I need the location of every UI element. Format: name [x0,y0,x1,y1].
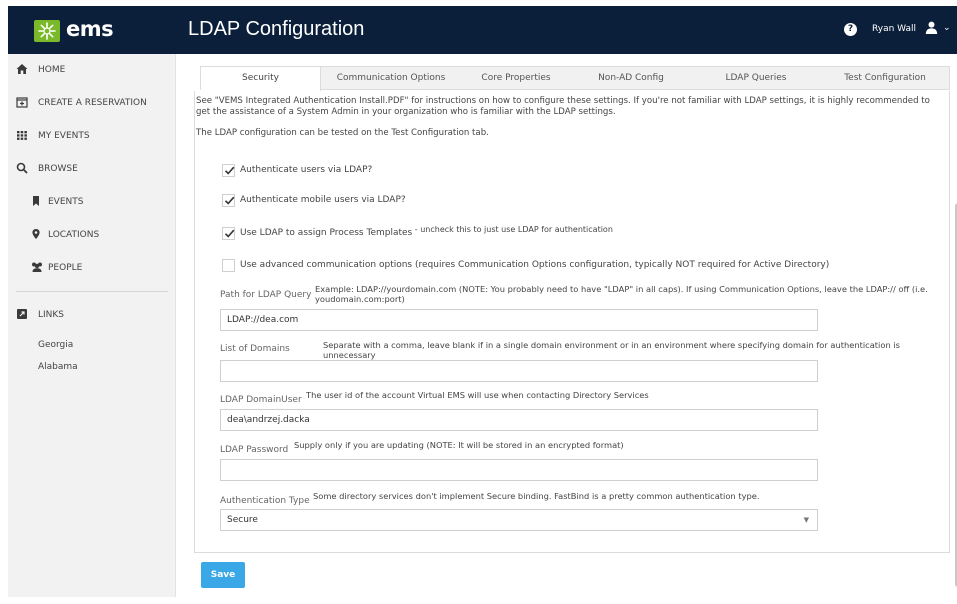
checkbox-label: Authenticate mobile users via LDAP? [240,195,406,205]
sidebar-item-browse[interactable]: BROWSE [8,160,176,180]
sidebar-item-events[interactable]: EVENTS [8,193,176,213]
page-title: LDAP Configuration [188,18,365,40]
tab-bar: Security Communication Options Core Prop… [200,66,950,91]
calendar-plus-icon [16,96,30,110]
process-templates-checkbox[interactable] [222,227,235,240]
advanced-communication-checkbox[interactable] [222,259,235,272]
auth-type-value: Secure [227,515,258,525]
tab-security[interactable]: Security [201,67,321,91]
sidebar-item-create-reservation[interactable]: CREATE A RESERVATION [8,94,176,114]
ldap-path-help: Example: LDAP://yourdomain.com (NOTE: Yo… [315,284,928,304]
user-name[interactable]: Ryan Wall [872,24,916,34]
sidebar: HOME CREATE A RESERVATION MY EVENTS BROW… [8,54,176,597]
sidebar-link-alabama[interactable]: Alabama [38,362,78,372]
home-icon [16,63,30,77]
top-header-bar: ems LDAP Configuration ? Ryan Wall ⌄ [8,6,957,54]
tab-ldap-queries[interactable]: LDAP Queries [691,67,821,89]
search-icon [16,162,30,176]
bookmark-icon [30,195,44,209]
tab-communication-options[interactable]: Communication Options [321,67,461,89]
process-templates-note: - uncheck this to just use LDAP for auth… [412,225,613,234]
sidebar-item-label: EVENTS [48,197,84,207]
intro-test-note: The LDAP configuration can be tested on … [196,128,489,138]
domains-input[interactable] [220,360,818,382]
authenticate-users-checkbox[interactable] [222,164,235,177]
sidebar-links-header: LINKS [8,306,176,326]
auth-type-label: Authentication Type [220,496,310,506]
sidebar-item-label: BROWSE [38,164,78,174]
sidebar-divider [16,291,168,292]
chevron-down-icon[interactable]: ⌄ [943,23,951,33]
process-templates-label: Use LDAP to assign Process Templates [240,228,413,238]
sidebar-item-label: CREATE A RESERVATION [38,98,147,108]
ldap-path-input[interactable]: LDAP://dea.com [220,309,818,331]
links-header-label: LINKS [38,310,65,320]
password-input[interactable] [220,459,818,481]
save-button[interactable]: Save [201,562,245,588]
sidebar-item-home[interactable]: HOME [8,61,176,81]
sidebar-link-georgia[interactable]: Georgia [38,340,73,350]
checkbox-label: Authenticate users via LDAP? [240,165,373,175]
checkbox-label: Use advanced communication options (requ… [240,260,830,270]
sidebar-item-my-events[interactable]: MY EVENTS [8,127,176,147]
intro-instructions: See "VEMS Integrated Authentication Inst… [196,96,930,117]
user-icon[interactable] [925,21,938,37]
sidebar-item-label: PEOPLE [48,263,83,273]
domains-help: Separate with a comma, leave blank if in… [323,340,900,360]
sidebar-item-people[interactable]: PEOPLE [8,259,176,279]
password-label: LDAP Password [220,445,289,455]
domain-user-input[interactable]: dea\andrzej.dacka [220,409,818,431]
tab-test-configuration[interactable]: Test Configuration [821,67,949,89]
select-caret-icon: ▼ [803,516,809,524]
logo-text: ems [66,17,114,41]
ldap-path-label: Path for LDAP Query [220,290,312,300]
tab-non-ad-config[interactable]: Non-AD Config [571,67,691,89]
logo[interactable]: ems [8,6,176,54]
logo-badge-icon [34,20,60,42]
help-icon[interactable]: ? [844,23,857,36]
sidebar-item-label: LOCATIONS [48,230,100,240]
tab-core-properties[interactable]: Core Properties [461,67,571,89]
app-frame: ems LDAP Configuration ? Ryan Wall ⌄ HOM… [0,0,957,604]
authenticate-mobile-checkbox[interactable] [222,194,235,207]
auth-type-select[interactable]: Secure ▼ [220,509,818,531]
auth-type-help: Some directory services don't implement … [313,491,760,501]
grid-icon [16,129,30,143]
sidebar-item-label: HOME [38,65,66,75]
domain-user-help: The user id of the account Virtual EMS w… [306,390,649,400]
domains-label: List of Domains [220,344,290,354]
people-icon [30,261,44,275]
main-content: Security Communication Options Core Prop… [176,54,957,597]
sidebar-item-label: MY EVENTS [38,131,90,141]
checkbox-label: Use LDAP to assign Process Templates - u… [240,225,613,238]
sidebar-item-locations[interactable]: LOCATIONS [8,226,176,246]
password-help: Supply only if you are updating (NOTE: I… [294,440,624,450]
external-link-icon [16,308,30,322]
map-pin-icon [30,228,44,242]
domain-user-label: LDAP DomainUser [220,395,302,405]
